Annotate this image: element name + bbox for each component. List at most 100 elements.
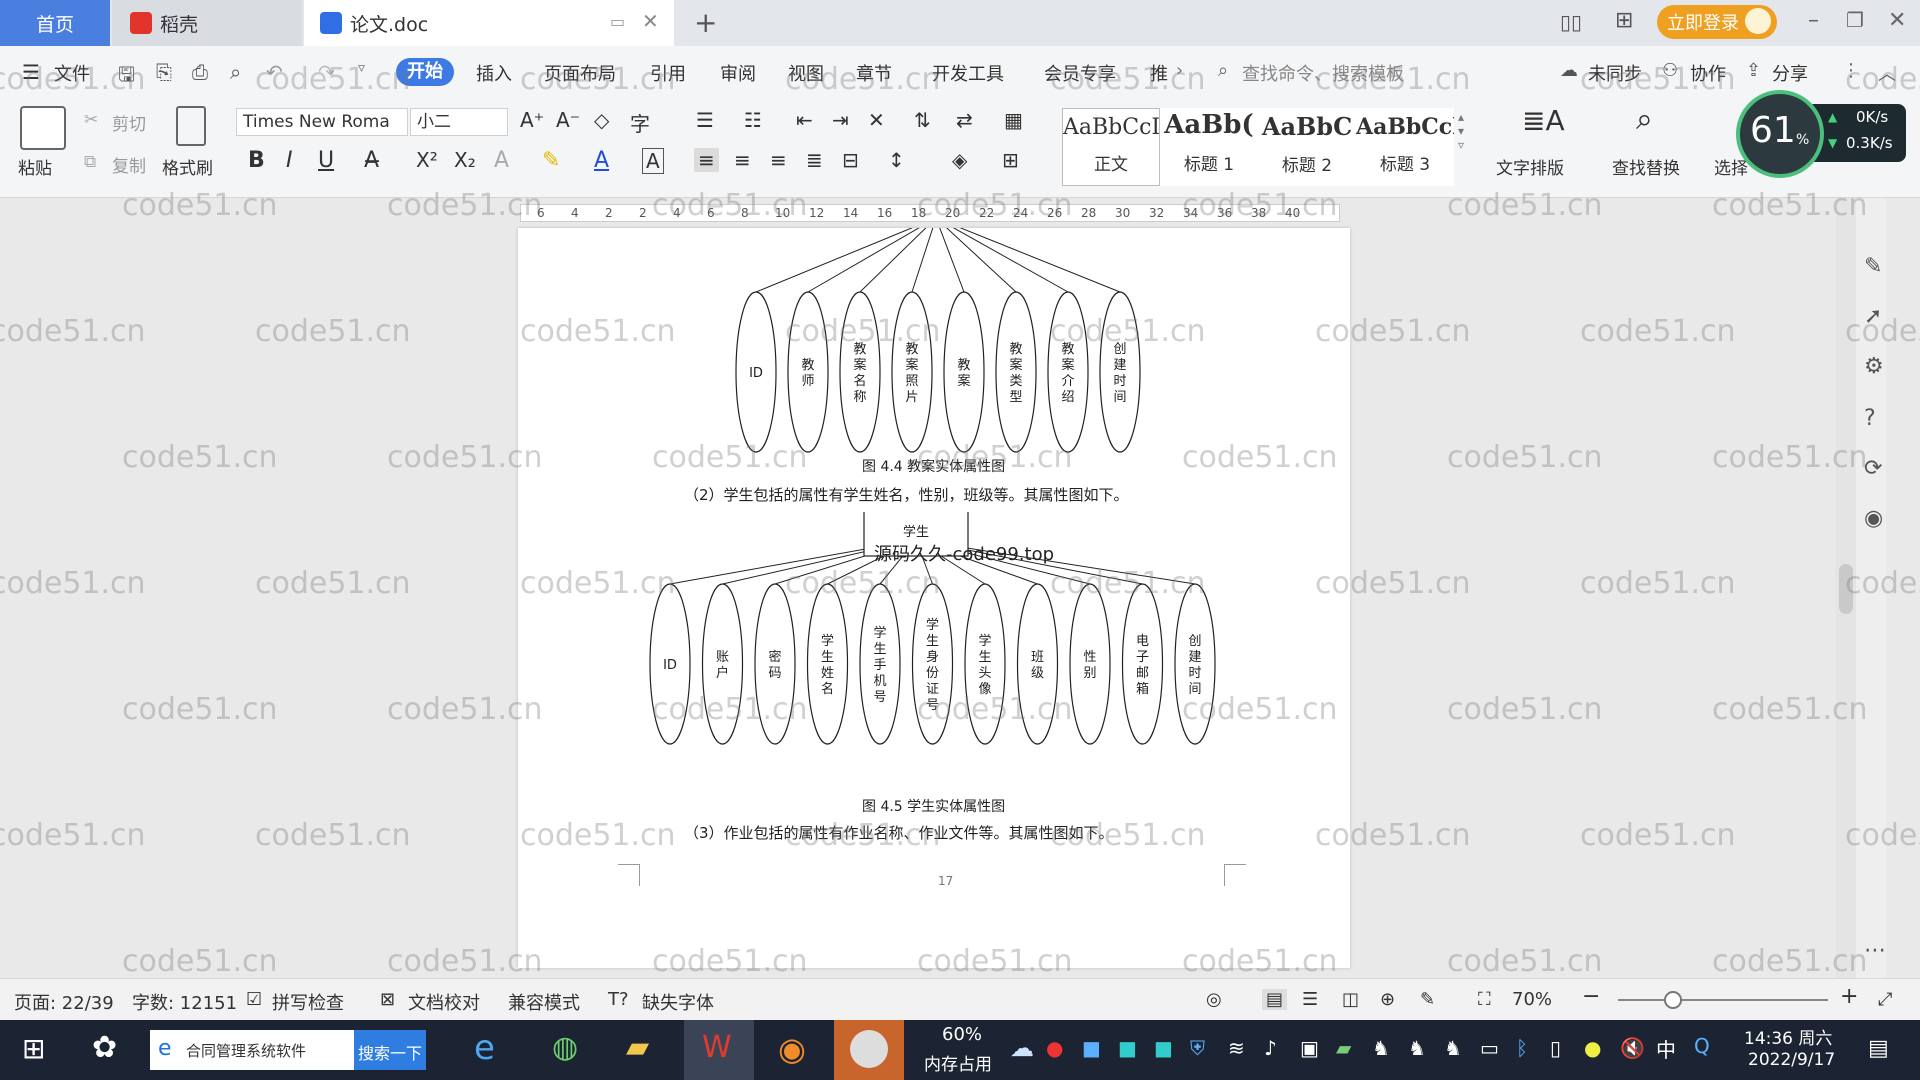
- apps-grid-icon[interactable]: ⊞: [1615, 8, 1633, 33]
- highlight-icon[interactable]: ✎: [542, 148, 560, 173]
- paste-button[interactable]: 粘贴: [18, 154, 52, 179]
- align-left-icon[interactable]: ≡: [694, 148, 719, 172]
- menu-insert[interactable]: 插入: [476, 60, 512, 86]
- file-explorer-icon[interactable]: ▰: [626, 1030, 649, 1065]
- eye-protect-icon[interactable]: ◎: [1206, 989, 1222, 1010]
- bluetooth-icon[interactable]: ᛒ: [1516, 1036, 1528, 1060]
- paste-icon[interactable]: [20, 106, 66, 150]
- justify-icon[interactable]: ≣: [806, 148, 823, 172]
- tray-app-2-icon[interactable]: ■: [1082, 1036, 1101, 1060]
- performance-meter[interactable]: 61 % ▲ 0K/s ▼ 0.3K/s: [1736, 90, 1908, 178]
- shrink-font-icon[interactable]: A⁻: [556, 108, 580, 132]
- fullscreen-icon[interactable]: ⤢: [1878, 989, 1892, 1010]
- tray-app-1-icon[interactable]: ●: [1046, 1036, 1063, 1060]
- font-name-select[interactable]: Times New Roma: [236, 108, 408, 136]
- style-heading-1[interactable]: AaBb( 标题 1: [1160, 108, 1258, 186]
- preview-icon[interactable]: ⌕: [230, 60, 241, 84]
- fit-page-icon[interactable]: ⛶: [1478, 989, 1491, 1010]
- shield-icon[interactable]: ⛨: [1190, 1036, 1205, 1060]
- qq-3-icon[interactable]: ♞: [1444, 1036, 1462, 1060]
- tray-app-7-icon[interactable]: ●: [1584, 1036, 1601, 1060]
- qq-1-icon[interactable]: ♞: [1372, 1036, 1390, 1060]
- distribute-icon[interactable]: ⊟: [842, 148, 859, 172]
- line-spacing-icon[interactable]: ↕: [888, 148, 905, 172]
- char-border-icon[interactable]: A: [642, 148, 664, 174]
- qq-2-icon[interactable]: ♞: [1408, 1036, 1426, 1060]
- page-view-icon[interactable]: ▤: [1262, 989, 1288, 1010]
- tab-document[interactable]: 论文.doc ▭ ✕: [304, 0, 674, 46]
- windows-start-icon[interactable]: ⊞: [22, 1032, 45, 1065]
- wifi-icon[interactable]: ≋: [1228, 1036, 1245, 1060]
- menu-dev-tools[interactable]: 开发工具: [932, 60, 1004, 86]
- zoom-in-icon[interactable]: +: [1840, 984, 1858, 1009]
- wps-taskbar-item[interactable]: W: [684, 1020, 754, 1080]
- text-direction-icon[interactable]: ⇄: [956, 108, 973, 132]
- styles-scroll-icon[interactable]: ▴ ▾ ▿: [1458, 110, 1464, 152]
- zoom-out-icon[interactable]: −: [1582, 984, 1600, 1009]
- style-heading-3[interactable]: AaBbCcl 标题 3: [1356, 108, 1454, 186]
- word-count[interactable]: 字数: 12151: [132, 989, 237, 1015]
- decrease-indent-icon[interactable]: ⇤: [796, 108, 813, 132]
- login-button[interactable]: 立即登录: [1657, 5, 1777, 39]
- bell-icon[interactable]: ♪: [1264, 1036, 1277, 1060]
- format-painter-icon[interactable]: [176, 106, 206, 146]
- table-grid-icon[interactable]: ▦: [1004, 108, 1023, 132]
- tray-app-4-icon[interactable]: ■: [1154, 1036, 1173, 1060]
- layout-icon[interactable]: ▯▯: [1560, 10, 1582, 34]
- superscript-icon[interactable]: X²: [416, 148, 438, 172]
- tab-daoke[interactable]: 稻壳: [112, 0, 302, 46]
- restore-icon[interactable]: ❐: [1846, 8, 1864, 32]
- style-normal[interactable]: AaBbCcI 正文: [1062, 108, 1160, 186]
- phonetic-icon[interactable]: 字: [630, 108, 650, 137]
- tray-app-5-icon[interactable]: ▣: [1300, 1036, 1319, 1060]
- export-icon[interactable]: ⎘: [156, 60, 172, 84]
- proofread-button[interactable]: 文档校对: [408, 989, 480, 1015]
- adjust-icon[interactable]: ⚙: [1864, 354, 1884, 379]
- new-tab-icon[interactable]: +: [694, 6, 717, 39]
- battery-icon[interactable]: ▭: [1480, 1036, 1499, 1060]
- tray-app-3-icon[interactable]: ■: [1118, 1036, 1137, 1060]
- chinese-layout-icon[interactable]: ✕: [868, 108, 885, 132]
- grow-font-icon[interactable]: A⁺: [520, 108, 544, 132]
- underline-icon[interactable]: U: [318, 148, 334, 173]
- help-icon[interactable]: ?: [1864, 406, 1876, 431]
- search-go-button[interactable]: 搜索一下: [354, 1030, 426, 1070]
- clear-format-icon[interactable]: ◇: [594, 108, 609, 132]
- missing-font-button[interactable]: 缺失字体: [642, 989, 714, 1015]
- style-heading-2[interactable]: AaBbC 标题 2: [1258, 108, 1356, 186]
- spell-check-button[interactable]: 拼写检查: [272, 989, 344, 1015]
- window-icon[interactable]: ▭: [610, 12, 625, 31]
- align-center-icon[interactable]: ≡: [734, 148, 751, 172]
- italic-icon[interactable]: I: [286, 148, 293, 173]
- zoom-slider-thumb[interactable]: [1664, 991, 1683, 1009]
- ime-indicator[interactable]: 中: [1656, 1034, 1676, 1063]
- share-button[interactable]: 分享: [1772, 60, 1808, 86]
- zoom-slider[interactable]: [1618, 991, 1828, 1009]
- tray-app-8-icon[interactable]: Q: [1694, 1034, 1710, 1058]
- text-effect-icon[interactable]: A: [494, 148, 509, 173]
- app-face-icon[interactable]: ◉: [778, 1030, 806, 1068]
- close-tab-icon[interactable]: ✕: [642, 9, 659, 33]
- bullets-icon[interactable]: ☰: [696, 108, 714, 132]
- outline-view-icon[interactable]: ☰: [1302, 989, 1318, 1010]
- zoom-level[interactable]: 70%: [1512, 989, 1552, 1010]
- page-indicator[interactable]: 页面: 22/39: [14, 989, 114, 1015]
- browser-green-icon[interactable]: ◍: [552, 1030, 578, 1065]
- app-avatar-taskbar-item[interactable]: [834, 1020, 904, 1080]
- cut-button[interactable]: 剪切: [112, 110, 146, 135]
- clock-time[interactable]: 14:36 周六: [1744, 1024, 1832, 1049]
- taskbar-search-box[interactable]: e 合同管理系统软件: [150, 1030, 356, 1070]
- tab-home[interactable]: 首页: [0, 0, 110, 46]
- reading-view-icon[interactable]: ◫: [1342, 989, 1359, 1010]
- bold-icon[interactable]: B: [248, 148, 265, 173]
- strikethrough-icon[interactable]: A̶: [364, 148, 379, 173]
- increase-indent-icon[interactable]: ⇥: [832, 108, 849, 132]
- font-color-icon[interactable]: A: [594, 148, 609, 173]
- font-size-select[interactable]: 小二: [410, 108, 508, 136]
- tray-app-6-icon[interactable]: ▰: [1336, 1036, 1351, 1060]
- write-view-icon[interactable]: ✎: [1420, 989, 1435, 1010]
- borders-icon[interactable]: ⊞: [1002, 148, 1019, 172]
- text-layout-button[interactable]: 文字排版: [1496, 154, 1564, 179]
- volume-mute-icon[interactable]: 🔇: [1620, 1036, 1645, 1060]
- menu-review[interactable]: 审阅: [720, 60, 756, 86]
